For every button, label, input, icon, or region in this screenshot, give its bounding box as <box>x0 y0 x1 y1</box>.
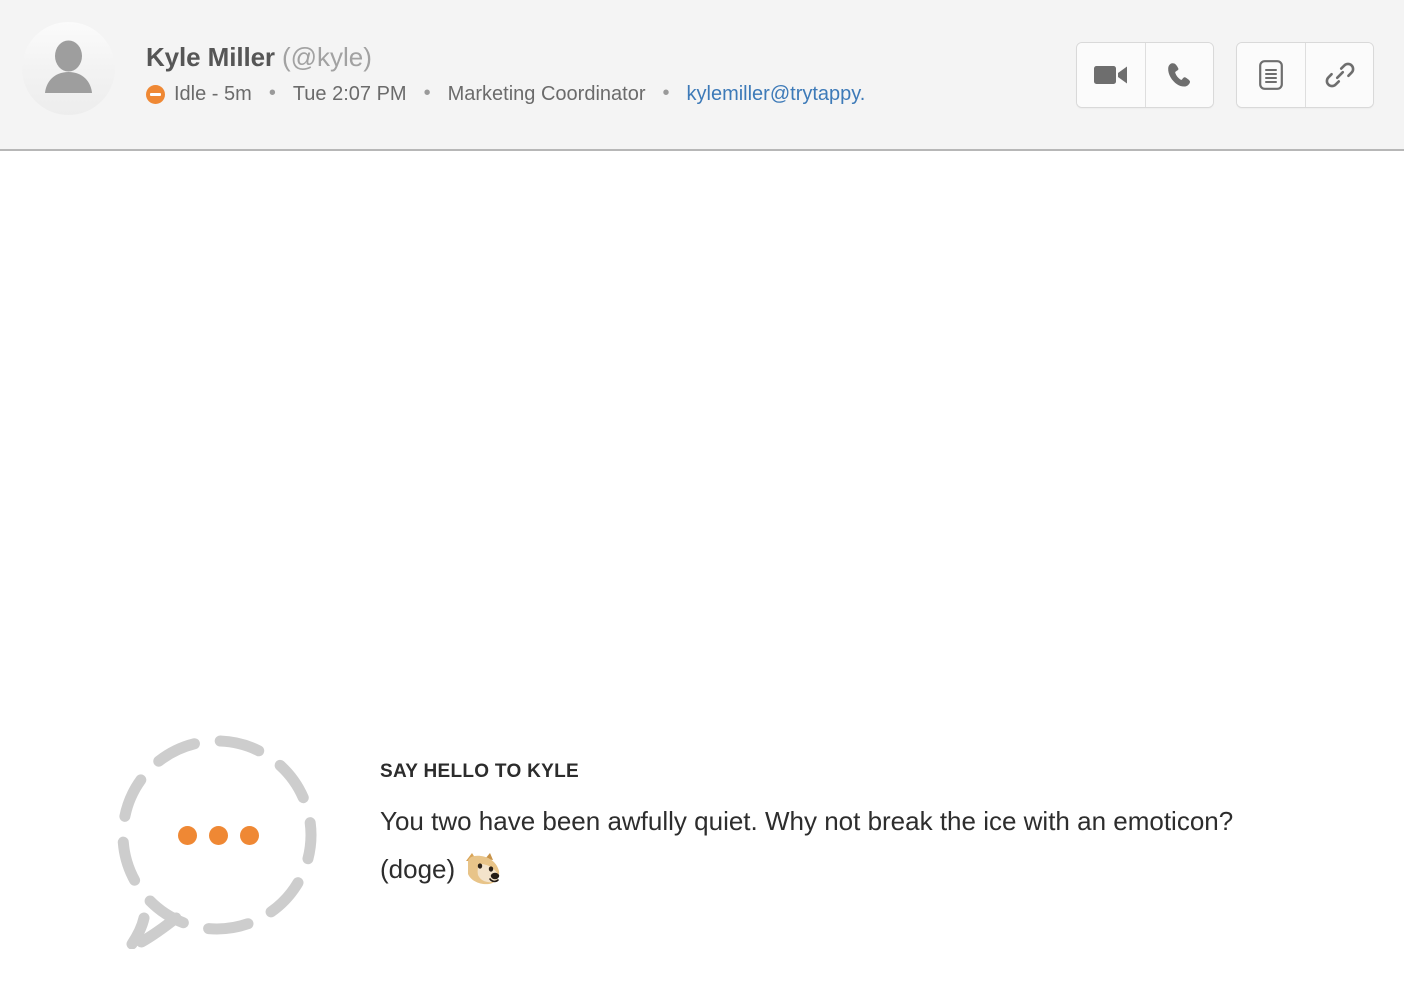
phone-icon <box>1166 61 1194 89</box>
document-icon <box>1259 60 1283 90</box>
idle-status-dot-icon <box>146 84 165 104</box>
prompt-text-block: Say hello to Kyle You two have been awfu… <box>380 761 1280 893</box>
link-icon <box>1325 60 1355 90</box>
status-badge: Idle - 5m <box>174 83 252 105</box>
voice-call-button[interactable] <box>1145 43 1213 107</box>
conversation-header: Kyle Miller (@kyle) Idle - 5m • Tue 2:07 … <box>0 0 1404 151</box>
typing-dots <box>178 826 259 845</box>
utility-button-group <box>1236 42 1374 108</box>
doge-shiba-inu-emoji-icon <box>463 852 503 886</box>
meta-separator: • <box>423 82 431 104</box>
meta-separator: • <box>662 82 670 104</box>
user-identity: Kyle Miller (@kyle) Idle - 5m • Tue 2:07 … <box>146 40 865 107</box>
user-meta-line: Idle - 5m • Tue 2:07 PM • Marketing Coor… <box>146 81 865 107</box>
notes-button[interactable] <box>1237 43 1305 107</box>
header-actions <box>1076 42 1374 108</box>
prompt-body: You two have been awfully quiet. Why not… <box>380 797 1280 893</box>
user-handle: (@kyle) <box>281 42 372 72</box>
typing-dot <box>209 826 228 845</box>
call-button-group <box>1076 42 1214 108</box>
video-camera-icon <box>1094 63 1128 87</box>
page-title: Kyle Miller <box>146 42 275 72</box>
user-name-line: Kyle Miller (@kyle) <box>146 40 865 74</box>
typing-dot <box>240 826 259 845</box>
job-title: Marketing Coordinator <box>447 83 646 105</box>
share-link-button[interactable] <box>1305 43 1373 107</box>
local-time: Tue 2:07 PM <box>292 83 407 105</box>
email-link[interactable]: kylemiller@trytappy. <box>687 81 866 107</box>
say-hello-prompt: Say hello to Kyle You two have been awfu… <box>104 729 1280 949</box>
message-list: Say hello to Kyle You two have been awfu… <box>0 151 1404 1004</box>
dashed-speech-bubble-icon <box>104 729 336 949</box>
prompt-body-text: You two have been awfully quiet. Why not… <box>380 806 1234 884</box>
prompt-title: Say hello to Kyle <box>380 761 580 782</box>
typing-dot <box>178 826 197 845</box>
avatar[interactable] <box>22 22 115 115</box>
meta-separator: • <box>268 82 276 104</box>
default-person-avatar-icon <box>22 22 115 115</box>
video-call-button[interactable] <box>1077 43 1145 107</box>
